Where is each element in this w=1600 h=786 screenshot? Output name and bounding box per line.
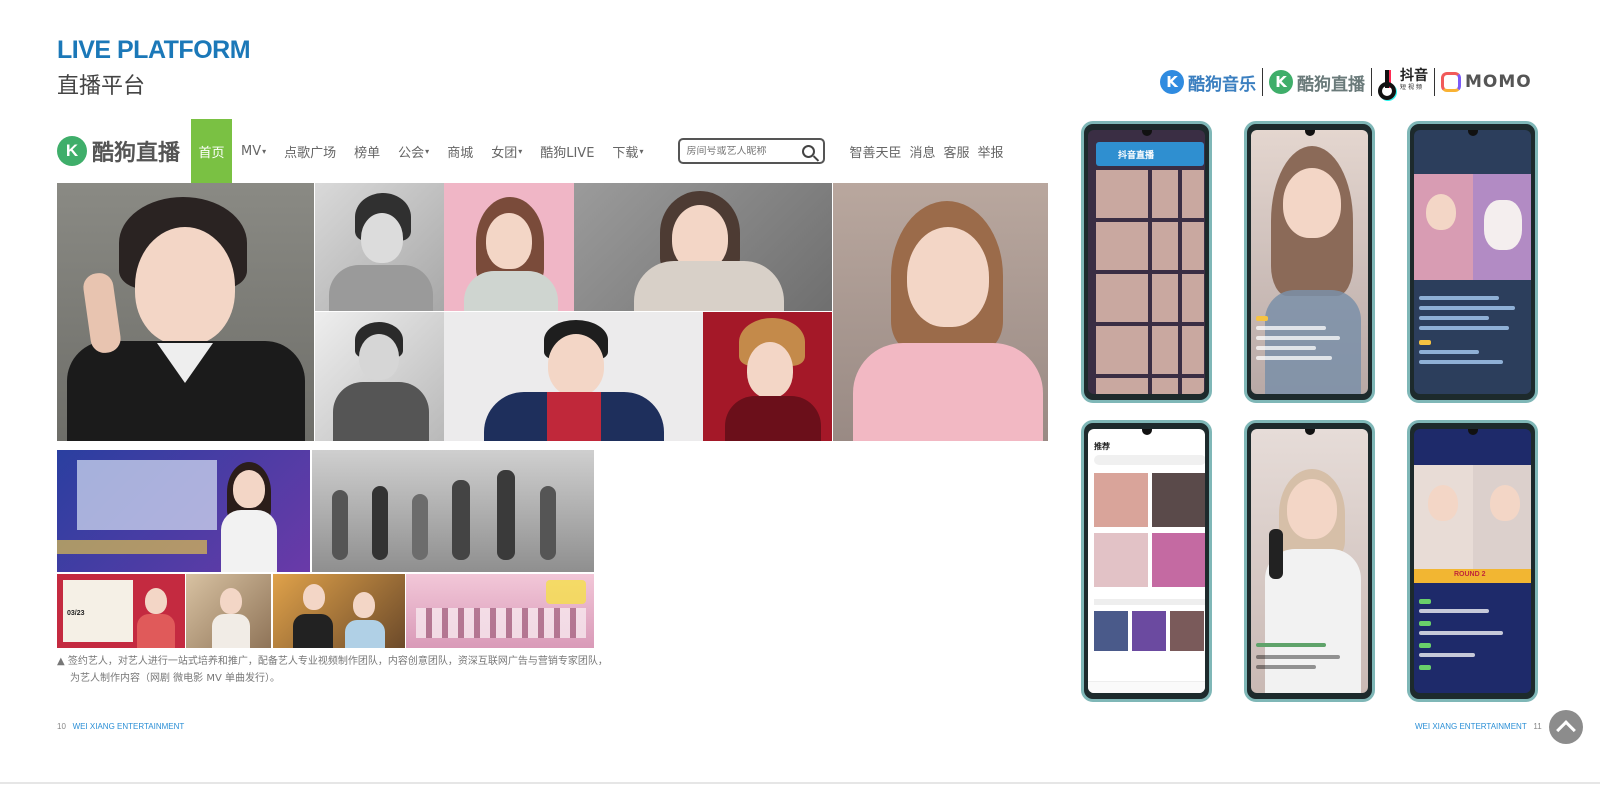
nav-label: 公会 — [398, 145, 425, 161]
kugou-live-k-icon: K — [57, 136, 87, 166]
nav-item-home[interactable]: 首页 — [191, 119, 232, 183]
phone-screenshot: 推荐 — [1081, 420, 1212, 702]
phone-notch — [1141, 130, 1152, 136]
brand-strip: K 酷狗音乐 K 酷狗直播 抖音 短视频 MOMO — [1160, 66, 1532, 100]
artist-photo — [57, 183, 314, 441]
photo-caption: ▲ 签约艺人，对艺人进行一站式培养和推广，配备艺人专业视频制作团队，内容创意团队… — [57, 653, 617, 687]
brand-kugou-music: K 酷狗音乐 — [1160, 70, 1256, 95]
nav-item-download[interactable]: 下载 ▾ — [603, 119, 652, 183]
user-link-messages[interactable]: 消息 — [909, 142, 935, 161]
search-box — [678, 138, 826, 164]
nav-item-girl-group[interactable]: 女团 ▾ — [482, 119, 531, 183]
search-input[interactable] — [686, 145, 799, 157]
caption-line-1: ▲ 签约艺人，对艺人进行一站式培养和推广，配备艺人专业视频制作团队，内容创意团队… — [57, 656, 608, 667]
search-icon[interactable] — [802, 144, 816, 158]
page-title-cn: 直播平台 — [57, 74, 146, 99]
artist-photo — [703, 312, 832, 441]
brand-divider — [1371, 68, 1372, 96]
caret-down-icon: ▾ — [518, 146, 523, 156]
nav-item-guild[interactable]: 公会 ▾ — [389, 119, 438, 183]
artist-photo — [833, 183, 1048, 441]
site-logo[interactable]: K 酷狗直播 — [57, 135, 191, 167]
activity-photo-coaching — [273, 574, 405, 648]
momo-icon — [1441, 72, 1461, 92]
nav-label: 榜单 — [354, 145, 381, 161]
nav-label: 女团 — [491, 145, 518, 161]
nav-label: 点歌广场 — [284, 145, 337, 161]
caret-down-icon: ▾ — [639, 146, 644, 156]
phone-screenshot: 抖音直播 — [1081, 121, 1212, 403]
user-link-name[interactable]: 智善天臣 — [849, 142, 901, 161]
phone-notch — [1304, 429, 1315, 435]
artist-photo — [444, 183, 574, 311]
nav-item-song-square[interactable]: 点歌广场 — [275, 119, 345, 183]
artist-photo — [574, 183, 832, 311]
phone-notch — [1304, 130, 1315, 136]
caret-down-icon: ▾ — [425, 146, 430, 156]
caption-line-2: 为艺人制作内容（网剧 微电影 MV 单曲发行）。 — [70, 673, 281, 684]
nav-item-kugou-live[interactable]: 酷狗LIVE — [531, 119, 603, 183]
nav-label: MV — [241, 143, 262, 159]
phone-screenshot — [1244, 121, 1375, 403]
page-number-left: 10 — [57, 722, 66, 731]
brand-momo: MOMO — [1441, 72, 1532, 92]
brand-douyin: 抖音 短视频 — [1378, 68, 1428, 100]
footer-right: WEI XIANG ENTERTAINMENT 11 — [1415, 722, 1542, 731]
activity-photo-group — [406, 574, 594, 648]
brand-name: MOMO — [1465, 72, 1532, 92]
phone-tab-recommend: 推荐 — [1094, 442, 1110, 451]
brand-name: 酷狗直播 — [1297, 74, 1365, 95]
footer-company-left: WEI XIANG ENTERTAINMENT — [72, 722, 185, 731]
nav-item-shop[interactable]: 商城 — [438, 119, 482, 183]
page-number-right: 11 — [1533, 722, 1542, 731]
scroll-to-top-button[interactable] — [1549, 710, 1583, 744]
nav-label: 首页 — [198, 145, 225, 161]
artist-photo — [315, 183, 444, 311]
phone-round-label: ROUND 2 — [1454, 571, 1486, 578]
user-links: 智善天臣 消息 客服 举报 — [849, 142, 1003, 161]
nav-label: 酷狗LIVE — [540, 145, 595, 161]
phone-notch — [1141, 429, 1152, 435]
nav-item-charts[interactable]: 榜单 — [345, 119, 389, 183]
event-date: 03/23 — [67, 610, 85, 617]
nav-item-mv[interactable]: MV ▾ — [232, 119, 275, 183]
phone-banner-text: 抖音直播 — [1118, 150, 1155, 160]
page-title-en: LIVE PLATFORM — [57, 36, 251, 64]
brand-name: 抖音 — [1400, 68, 1428, 84]
brand-kugou-live: K 酷狗直播 — [1269, 70, 1365, 95]
nav-label: 商城 — [447, 145, 474, 161]
caret-down-icon: ▾ — [262, 146, 267, 156]
phone-screenshot: ROUND 2 — [1407, 420, 1538, 702]
footer-left: 10 WEI XIANG ENTERTAINMENT — [57, 722, 184, 731]
kugou-live-k-icon: K — [1269, 70, 1293, 94]
bottom-divider — [0, 782, 1600, 784]
phone-notch — [1467, 429, 1478, 435]
user-link-service[interactable]: 客服 — [943, 142, 969, 161]
artist-banner[interactable] — [57, 183, 1048, 441]
brand-divider — [1434, 68, 1435, 96]
activity-photo-studio — [186, 574, 271, 648]
activity-photo-event-poster: 03/23 — [57, 574, 185, 648]
artist-photo — [444, 312, 703, 441]
logo-text: 酷狗直播 — [92, 141, 181, 166]
activity-photo-singing — [57, 450, 310, 572]
kugou-k-icon: K — [1160, 70, 1184, 94]
brand-divider — [1262, 68, 1263, 96]
brand-name: 酷狗音乐 — [1188, 74, 1256, 95]
phone-notch — [1467, 130, 1478, 136]
activity-photo-dance — [312, 450, 594, 572]
site-navbar: K 酷狗直播 首页 MV ▾ 点歌广场 榜单 公会 ▾ 商城 女团 ▾ 酷狗LIVE … — [57, 119, 1048, 183]
phone-screenshot — [1244, 420, 1375, 702]
douyin-note-icon — [1378, 70, 1396, 100]
footer-company-right: WEI XIANG ENTERTAINMENT — [1415, 722, 1527, 731]
nav-label: 下载 — [612, 145, 639, 161]
artist-photo — [315, 312, 444, 441]
phone-screenshot — [1407, 121, 1538, 403]
user-link-report[interactable]: 举报 — [978, 142, 1004, 161]
brand-subname: 短视频 — [1400, 84, 1425, 91]
